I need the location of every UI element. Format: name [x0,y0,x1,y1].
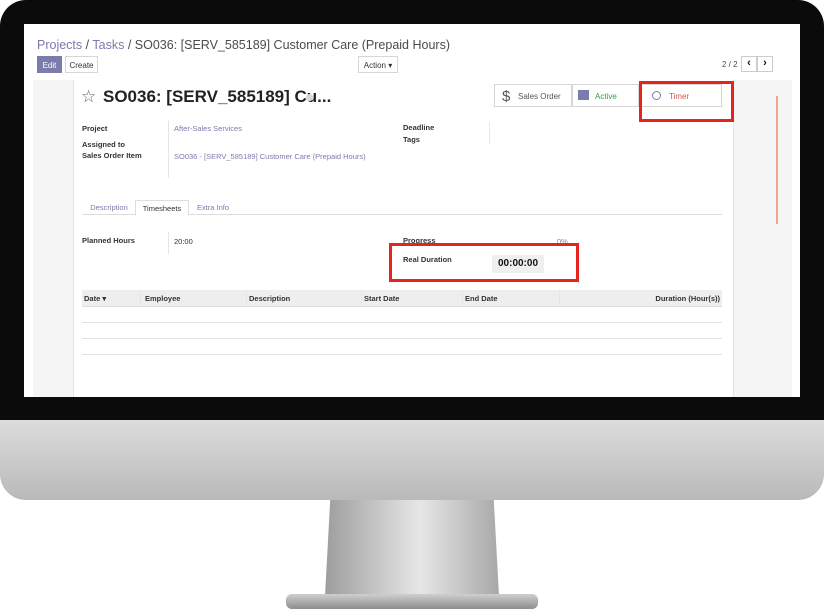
create-button[interactable]: Create [65,56,98,73]
field-separator [168,120,169,178]
sales-order-button[interactable]: $ Sales Order [494,84,572,107]
monitor-chin [0,420,824,500]
field-separator [489,122,490,144]
planned-hours-value[interactable]: 20:00 [174,237,193,246]
breadcrumb-current: SO036: [SERV_585189] Customer Care (Prep… [134,38,450,52]
pager-next-button[interactable]: › [757,56,773,72]
breadcrumb: Projects / Tasks / SO036: [SERV_585189] … [37,38,450,52]
deadline-label: Deadline [403,123,435,132]
project-label: Project [82,124,108,133]
tab-extra-info[interactable]: Extra Info [191,200,235,216]
pager-value: 2 / 2 [722,60,738,69]
table-row [82,322,722,323]
breadcrumb-projects-link[interactable]: Projects [37,38,82,52]
monitor-stand-base [286,594,538,609]
column-header-start-date[interactable]: Start Date [364,294,399,303]
column-header-duration[interactable]: Duration (Hour(s)) [655,294,720,303]
monitor-stand-neck [325,500,499,596]
status-dot[interactable] [306,94,313,101]
column-divider [462,290,463,306]
column-divider [140,290,141,306]
column-header-employee[interactable]: Employee [145,294,180,303]
table-row [82,354,722,355]
table-row [82,338,722,339]
column-divider [361,290,362,306]
edit-button[interactable]: Edit [37,56,62,73]
active-label: Active [595,92,617,101]
sales-order-label: Sales Order [518,92,561,101]
project-value[interactable]: After-Sales Services [174,124,242,133]
archive-icon [578,90,589,100]
tab-timesheets[interactable]: Timesheets [135,200,189,216]
timer-highlight-box [639,81,734,122]
sales-order-item-label: Sales Order Item [82,151,142,160]
timesheet-table-header: Date ▾ Employee Description Start Date E… [82,290,722,307]
column-header-end-date[interactable]: End Date [465,294,498,303]
favorite-star-icon[interactable]: ☆ [81,87,96,107]
active-toggle-button[interactable]: Active [572,84,639,107]
pager-previous-button[interactable]: ‹ [741,56,757,72]
column-divider [246,290,247,306]
dollar-icon: $ [502,88,511,105]
column-divider [559,290,560,306]
scrollbar-indicator [776,96,778,224]
tab-description[interactable]: Description [84,200,134,216]
real-duration-highlight-box [389,243,579,282]
breadcrumb-separator: / [127,38,132,52]
assigned-to-label: Assigned to [82,140,125,149]
planned-hours-label: Planned Hours [82,236,135,245]
breadcrumb-separator: / [85,38,90,52]
column-header-date[interactable]: Date ▾ [84,294,106,303]
column-header-description[interactable]: Description [249,294,290,303]
monitor-screen: Projects / Tasks / SO036: [SERV_585189] … [24,24,800,397]
tags-label: Tags [403,135,420,144]
record-title: SO036: [SERV_585189] Cu... [103,87,332,106]
sales-order-item-value[interactable]: SO036 - [SERV_585189] Customer Care (Pre… [174,152,366,161]
field-separator [168,232,169,254]
action-dropdown[interactable]: Action ▾ [358,56,398,73]
breadcrumb-tasks-link[interactable]: Tasks [92,38,124,52]
